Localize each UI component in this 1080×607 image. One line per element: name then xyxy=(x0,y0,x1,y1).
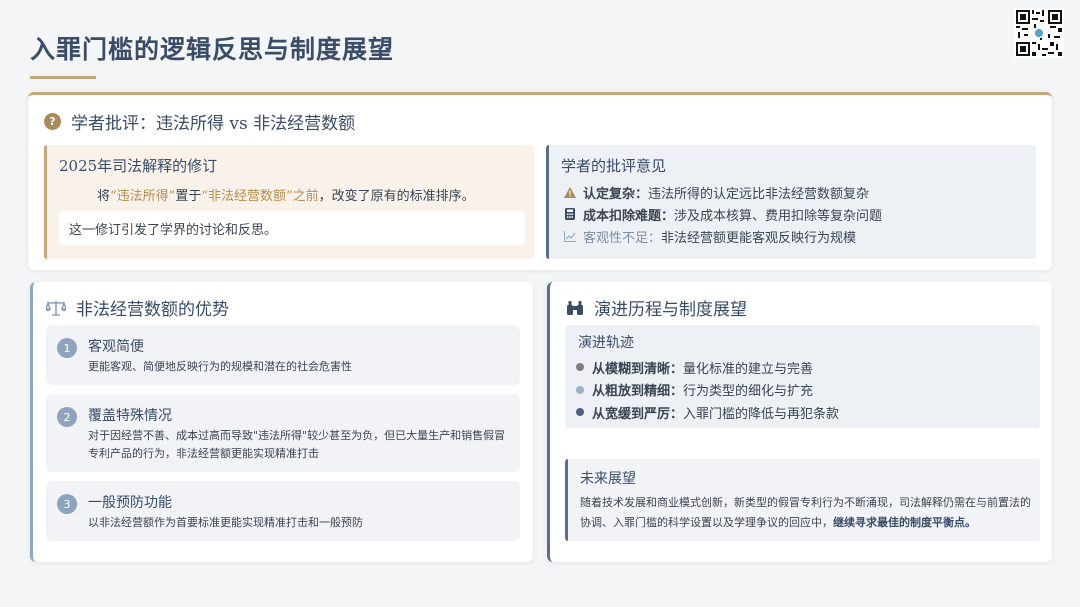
evolution-heading: 演进历程与制度展望 xyxy=(566,295,747,320)
critique-card-heading: ? 学者批评：违法所得 vs 非法经营数额 xyxy=(44,109,355,134)
binoculars-icon xyxy=(566,300,584,316)
advantage-desc: 更能客观、简便地反映行为的规模和潜在的社会危害性 xyxy=(88,360,352,373)
evolution-card: 演进历程与制度展望 演进轨迹 从模糊到清晰： 量化标准的建立与完善 从粗放到精细：… xyxy=(547,282,1052,562)
critique-box: 学者的批评意见 认定复杂： 违法所得的认定远比非法经营数额复杂 成本扣除难题： 涉及… xyxy=(546,145,1036,259)
critique-item: 客观性不足： 非法经营额更能客观反映行为规模 xyxy=(561,225,882,247)
advantage-number: 3 xyxy=(57,494,77,514)
revision-note: 这一修订引发了学界的讨论和反思。 xyxy=(59,211,525,245)
title-underline xyxy=(30,76,96,79)
revision-box: 2025年司法解释的修订 将“违法所得”置于“非法经营数额”之前，改变了原有的标… xyxy=(44,145,534,259)
bullet-dot xyxy=(576,408,584,417)
future-text: 随着技术发展和商业模式创新，新类型的假冒专利行为不断涌现，司法解释仍需在与前置法… xyxy=(580,496,1031,529)
revision-text: 将“违法所得”置于“非法经营数额”之前，改变了原有的标准排序。 xyxy=(97,189,475,204)
advantage-desc: 以非法经营额作为首要标准更能实现精准打击和一般预防 xyxy=(88,516,363,529)
balance-scale-icon xyxy=(46,300,66,316)
critique-item: 认定复杂： 违法所得的认定远比非法经营数额复杂 xyxy=(561,181,882,203)
advantage-item: 1 客观简便 更能客观、简便地反映行为的规模和潜在的社会危害性 xyxy=(46,325,520,385)
warning-icon xyxy=(561,186,579,198)
critique-card: ? 学者批评：违法所得 vs 非法经营数额 2025年司法解释的修订 将“违法所… xyxy=(28,92,1052,270)
page-title: 入罪门槛的逻辑反思与制度展望 xyxy=(30,35,395,64)
question-icon: ? xyxy=(44,113,61,130)
bullet-dot xyxy=(576,385,584,394)
advantage-item: 2 覆盖特殊情况 对于因经营不善、成本过高而导致"违法所得"较少甚至为负，但已大… xyxy=(46,394,520,472)
advantage-title: 一般预防功能 xyxy=(88,495,172,511)
advantages-heading: 非法经营数额的优势 xyxy=(46,295,229,320)
qr-code-icon xyxy=(1014,8,1064,58)
critique-card-title: 学者批评：违法所得 vs 非法经营数额 xyxy=(71,114,356,134)
critique-item: 成本扣除难题： 涉及成本核算、费用扣除等复杂问题 xyxy=(561,203,882,225)
advantage-number: 1 xyxy=(57,338,77,358)
advantage-desc: 对于因经营不善、成本过高而导致"违法所得"较少甚至为负，但已大量生产和销售假冒专… xyxy=(88,429,506,460)
advantage-title: 客观简便 xyxy=(88,339,144,355)
future-outlook-box: 未来展望 随着技术发展和商业模式创新，新类型的假冒专利行为不断涌现，司法解释仍需… xyxy=(565,459,1040,541)
critique-title: 学者的批评意见 xyxy=(561,157,667,175)
future-title: 未来展望 xyxy=(580,471,636,487)
evolution-track-box: 演进轨迹 从模糊到清晰： 量化标准的建立与完善 从粗放到精细： 行为类型的细化与扩充… xyxy=(565,325,1040,428)
advantages-title: 非法经营数额的优势 xyxy=(76,300,229,320)
advantages-card: 非法经营数额的优势 1 客观简便 更能客观、简便地反映行为的规模和潜在的社会危害… xyxy=(30,282,533,562)
evolution-track-title: 演进轨迹 xyxy=(578,335,634,351)
advantage-number: 2 xyxy=(57,407,77,427)
calculator-icon xyxy=(561,208,579,220)
advantage-title: 覆盖特殊情况 xyxy=(88,408,172,424)
evolution-title: 演进历程与制度展望 xyxy=(594,300,747,320)
advantage-item: 3 一般预防功能 以非法经营额作为首要标准更能实现精准打击和一般预防 xyxy=(46,481,520,541)
evolution-item: 从宽缓到严厉： 入罪门槛的降低与再犯条款 xyxy=(576,401,839,424)
revision-title: 2025年司法解释的修订 xyxy=(59,157,218,175)
evolution-item: 从粗放到精细： 行为类型的细化与扩充 xyxy=(576,379,839,402)
evolution-item: 从模糊到清晰： 量化标准的建立与完善 xyxy=(576,356,839,379)
chart-icon xyxy=(561,230,579,242)
bullet-dot xyxy=(576,363,584,372)
